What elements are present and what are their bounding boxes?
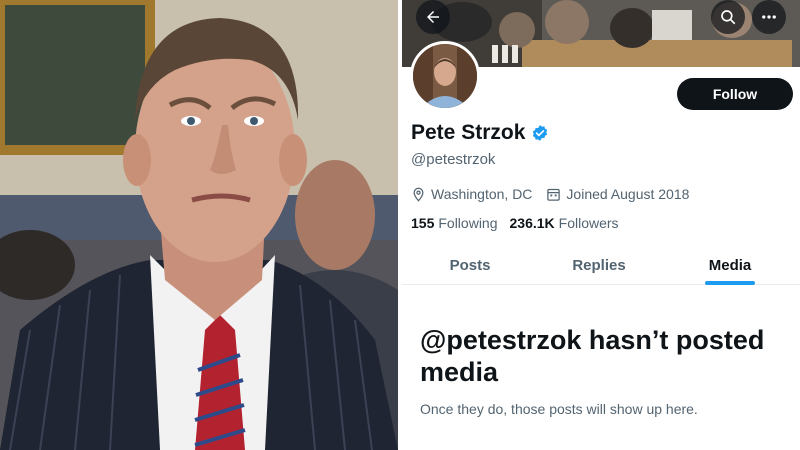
- back-button[interactable]: [416, 0, 450, 34]
- profile-handle: @petestrzok: [411, 151, 496, 168]
- followers-label: Followers: [558, 215, 619, 231]
- follow-button[interactable]: Follow: [677, 78, 793, 110]
- tab-posts[interactable]: Posts: [430, 245, 510, 285]
- search-button[interactable]: [711, 0, 745, 34]
- profile-stats: 155 Following 236.1K Followers: [411, 215, 619, 231]
- avatar[interactable]: [410, 41, 480, 111]
- avatar-photo: [413, 44, 477, 108]
- portrait-illustration: [0, 0, 398, 450]
- search-icon: [721, 10, 736, 25]
- more-button[interactable]: [752, 0, 786, 34]
- profile-meta: Washington, DC Joined August 2018: [411, 186, 689, 202]
- tab-replies[interactable]: Replies: [559, 245, 639, 285]
- empty-state-subtitle: Once they do, those posts will show up h…: [420, 401, 698, 417]
- following-count: 155: [411, 215, 435, 231]
- profile-screen: Follow Pete Strzok @petestrzok Washingto…: [402, 0, 800, 450]
- location-text: Washington, DC: [431, 186, 533, 202]
- following-label: Following: [438, 215, 498, 231]
- tab-media[interactable]: Media: [692, 245, 768, 285]
- profile-tabs: Posts Replies Media: [402, 245, 800, 285]
- location-item: Washington, DC: [411, 186, 532, 202]
- following-link[interactable]: 155 Following: [411, 215, 498, 231]
- more-horizontal-icon: [762, 15, 776, 19]
- arrow-left-icon: [427, 11, 439, 23]
- active-tab-indicator: [705, 281, 755, 285]
- empty-state-title: @petestrzok hasn’t posted media: [420, 325, 765, 387]
- verified-badge-icon[interactable]: [531, 124, 549, 142]
- joined-text: Joined August 2018: [566, 186, 690, 202]
- profile-name-row: Pete Strzok: [411, 121, 549, 145]
- calendar-icon: [547, 188, 561, 201]
- followers-link[interactable]: 236.1K Followers: [510, 215, 619, 231]
- joined-item: Joined August 2018: [546, 186, 689, 202]
- followers-count: 236.1K: [509, 215, 555, 231]
- news-photo: [0, 0, 398, 450]
- display-name: Pete Strzok: [411, 121, 526, 144]
- location-pin-icon: [413, 187, 424, 202]
